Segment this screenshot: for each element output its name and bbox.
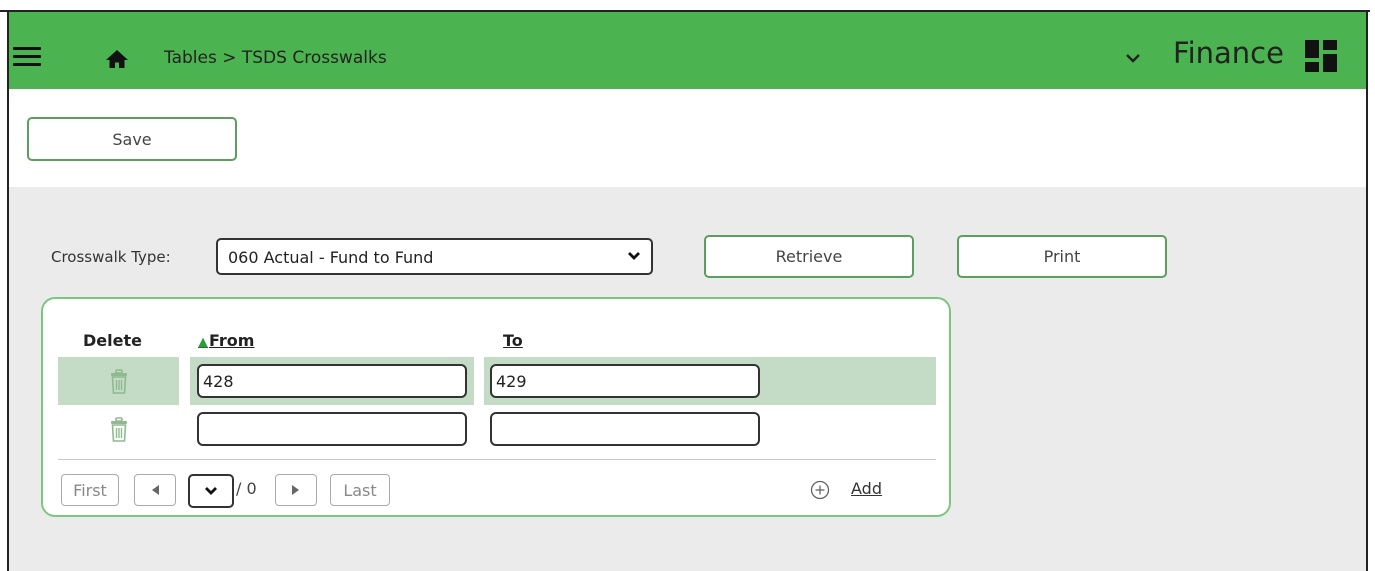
- page-select[interactable]: [188, 474, 234, 508]
- next-page-button[interactable]: [275, 474, 317, 506]
- crosswalk-type-value: 060 Actual - Fund to Fund: [228, 248, 434, 267]
- chevron-down-icon: [205, 487, 217, 495]
- app-header: Tables > TSDS Crosswalks Finance: [9, 12, 1366, 89]
- trash-icon[interactable]: [109, 417, 129, 443]
- trash-icon[interactable]: [109, 369, 129, 395]
- column-header-from-label: From: [209, 331, 255, 350]
- grid-divider: [58, 459, 936, 460]
- crosswalk-type-label: Crosswalk Type:: [51, 248, 171, 266]
- hamburger-menu-icon[interactable]: [13, 47, 41, 67]
- main-content: Crosswalk Type: 060 Actual - Fund to Fun…: [9, 187, 1366, 571]
- chevron-down-icon[interactable]: [1125, 53, 1141, 63]
- page-total: / 0: [236, 479, 257, 498]
- column-header-delete: Delete: [83, 331, 142, 350]
- print-button[interactable]: Print: [957, 235, 1167, 278]
- retrieve-button[interactable]: Retrieve: [704, 235, 914, 278]
- column-header-from[interactable]: ▲From: [198, 331, 254, 350]
- from-input[interactable]: [197, 364, 467, 398]
- chevron-down-icon: [628, 252, 640, 260]
- first-page-button[interactable]: First: [61, 474, 119, 506]
- triangle-right-icon: [292, 485, 299, 495]
- home-icon[interactable]: [105, 49, 129, 69]
- crosswalk-grid: Delete ▲From To 428 429 First / 0 Last A…: [41, 297, 951, 517]
- sort-ascending-icon: ▲: [198, 335, 208, 350]
- grid-layout-icon: [1305, 40, 1337, 72]
- crosswalk-type-select[interactable]: 060 Actual - Fund to Fund: [216, 238, 653, 275]
- to-input[interactable]: [490, 412, 760, 446]
- column-header-to[interactable]: To: [503, 331, 523, 350]
- previous-page-button[interactable]: [134, 474, 176, 506]
- frame-right-border: [1366, 12, 1368, 571]
- from-input[interactable]: [197, 412, 467, 446]
- add-row-link[interactable]: Add: [851, 479, 882, 498]
- to-input[interactable]: [490, 364, 760, 398]
- app-title[interactable]: Finance: [1173, 36, 1284, 70]
- save-button[interactable]: Save: [27, 117, 237, 161]
- toolbar: Save: [9, 89, 1366, 187]
- last-page-button[interactable]: Last: [330, 474, 390, 506]
- plus-circle-icon[interactable]: [810, 480, 830, 500]
- breadcrumb: Tables > TSDS Crosswalks: [164, 48, 387, 68]
- triangle-left-icon: [152, 485, 159, 495]
